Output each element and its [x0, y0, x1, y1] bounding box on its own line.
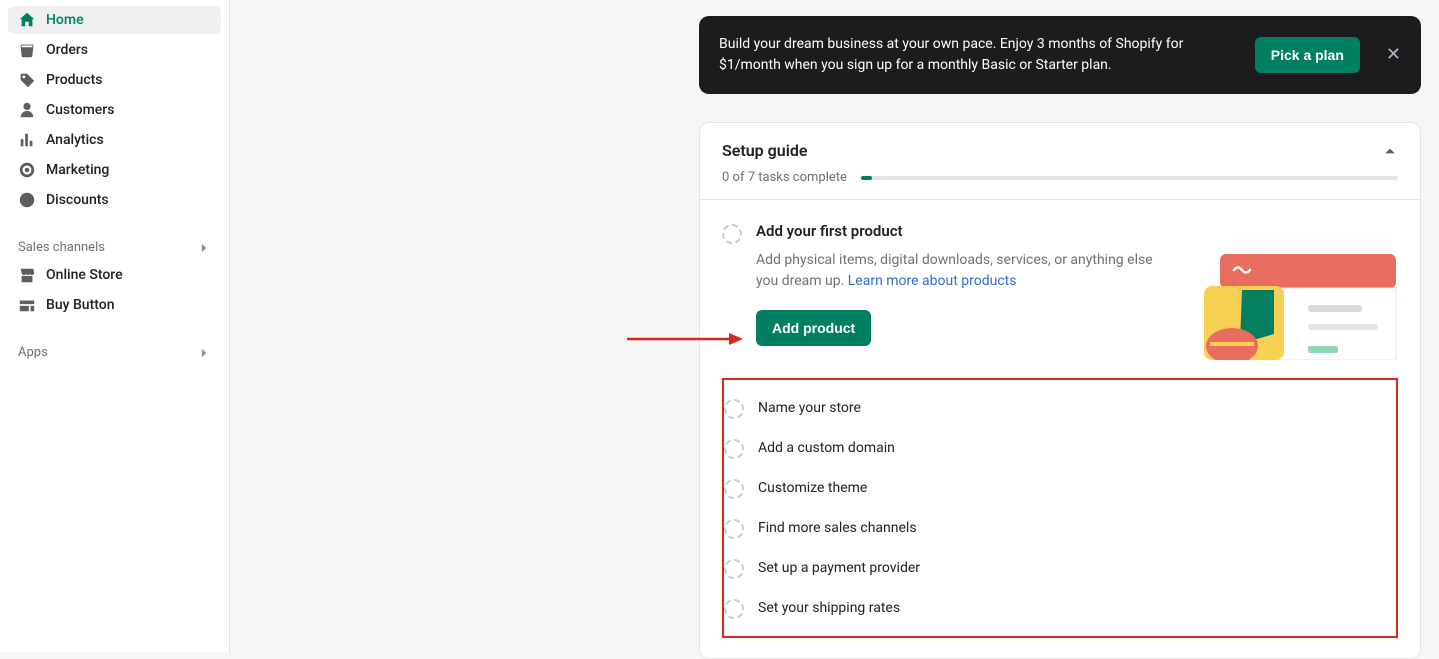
products-icon	[18, 71, 36, 89]
sidebar-item-label: Products	[46, 72, 103, 88]
sidebar-item-buy-button[interactable]: Buy Button	[8, 291, 221, 319]
sidebar-item-label: Online Store	[46, 267, 123, 283]
add-product-button[interactable]: Add product	[756, 310, 871, 346]
sidebar-item-products[interactable]: Products	[8, 66, 221, 94]
setup-task-payment-provider[interactable]: Set up a payment provider	[724, 548, 1390, 588]
setup-task-add-first-product[interactable]: Add your first product Add physical item…	[722, 216, 1398, 378]
sidebar-item-marketing[interactable]: Marketing	[8, 156, 221, 184]
setup-guide-title: Setup guide	[722, 141, 807, 160]
discounts-icon	[18, 191, 36, 209]
apps-header[interactable]: Apps	[8, 339, 221, 366]
sidebar-item-customers[interactable]: Customers	[8, 96, 221, 124]
task-checkbox-icon[interactable]	[722, 224, 742, 244]
task-label: Find more sales channels	[758, 520, 917, 536]
task-checkbox-icon[interactable]	[724, 479, 744, 499]
task-label: Customize theme	[758, 480, 867, 496]
setup-task-customize-theme[interactable]: Customize theme	[724, 468, 1390, 508]
task-title: Add your first product	[756, 222, 1398, 240]
task-label: Add a custom domain	[758, 440, 895, 456]
setup-task-name-store[interactable]: Name your store	[724, 388, 1390, 428]
sidebar-item-orders[interactable]: Orders	[8, 36, 221, 64]
setup-task-shipping-rates[interactable]: Set your shipping rates	[724, 588, 1390, 628]
main-area: Build your dream business at your own pa…	[230, 0, 1439, 652]
sidebar-item-label: Buy Button	[46, 297, 115, 313]
task-label: Name your store	[758, 400, 861, 416]
sidebar-item-label: Customers	[46, 102, 114, 118]
sidebar-item-discounts[interactable]: Discounts	[8, 186, 221, 214]
buy-button-icon	[18, 296, 36, 314]
sidebar-item-analytics[interactable]: Analytics	[8, 126, 221, 154]
promo-banner: Build your dream business at your own pa…	[699, 16, 1421, 94]
sidebar-item-label: Home	[46, 12, 84, 28]
setup-task-custom-domain[interactable]: Add a custom domain	[724, 428, 1390, 468]
close-icon[interactable]: ✕	[1386, 46, 1401, 64]
apps-label: Apps	[18, 345, 48, 360]
task-checkbox-icon[interactable]	[724, 599, 744, 619]
task-checkbox-icon[interactable]	[724, 399, 744, 419]
store-icon	[18, 266, 36, 284]
annotation-highlight-box: Name your store Add a custom domain Cust…	[722, 378, 1398, 638]
setup-guide-card: Setup guide 0 of 7 tasks complete	[699, 122, 1421, 659]
banner-text: Build your dream business at your own pa…	[719, 34, 1235, 76]
sidebar-item-label: Discounts	[46, 192, 109, 208]
task-label: Set your shipping rates	[758, 600, 900, 616]
chevron-right-icon	[197, 346, 211, 360]
sidebar-item-label: Marketing	[46, 162, 109, 178]
sidebar-item-home[interactable]: Home	[8, 6, 221, 34]
sidebar-item-online-store[interactable]: Online Store	[8, 261, 221, 289]
setup-task-sales-channels[interactable]: Find more sales channels	[724, 508, 1390, 548]
learn-more-link[interactable]: Learn more about products	[848, 273, 1017, 289]
customers-icon	[18, 101, 36, 119]
task-checkbox-icon[interactable]	[724, 559, 744, 579]
setup-progress-bar	[861, 176, 1398, 180]
sales-channels-header[interactable]: Sales channels	[8, 234, 221, 261]
orders-icon	[18, 41, 36, 59]
analytics-icon	[18, 131, 36, 149]
sales-channels-label: Sales channels	[18, 240, 105, 255]
setup-progress-text: 0 of 7 tasks complete	[722, 170, 847, 185]
sidebar-item-label: Orders	[46, 42, 88, 58]
home-icon	[18, 11, 36, 29]
sidebar: Home Orders Products Customers Analytics…	[0, 0, 230, 652]
marketing-icon	[18, 161, 36, 179]
task-checkbox-icon[interactable]	[724, 519, 744, 539]
task-illustration	[1198, 250, 1398, 360]
task-checkbox-icon[interactable]	[724, 439, 744, 459]
sidebar-item-label: Analytics	[46, 132, 104, 148]
task-label: Set up a payment provider	[758, 560, 920, 576]
pick-a-plan-button[interactable]: Pick a plan	[1255, 37, 1360, 73]
chevron-right-icon	[197, 241, 211, 255]
chevron-up-icon[interactable]	[1382, 143, 1398, 159]
task-description: Add physical items, digital downloads, s…	[756, 250, 1178, 292]
